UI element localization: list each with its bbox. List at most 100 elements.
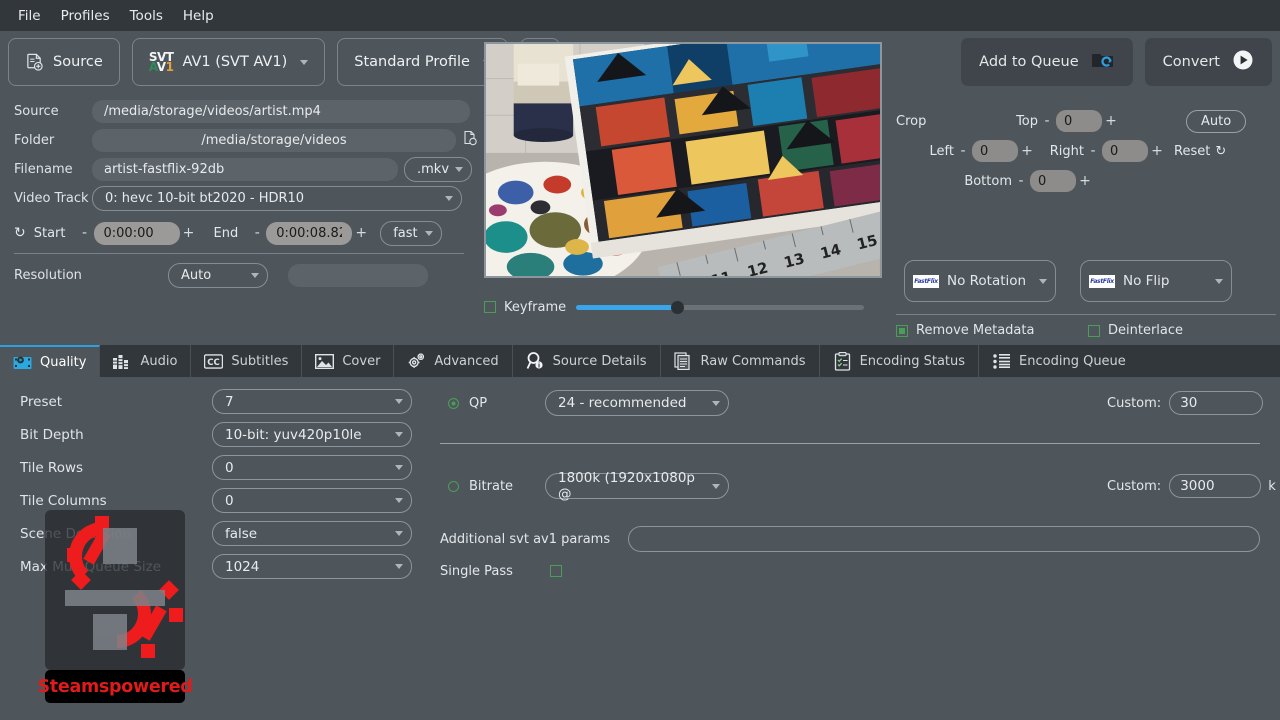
add-to-queue-button[interactable]: Add to Queue: [961, 38, 1133, 86]
tab-quality[interactable]: Quality: [0, 345, 101, 377]
tile-rows-label: Tile Rows: [20, 459, 84, 476]
crop-bottom-row: Bottom - +: [896, 166, 1280, 196]
tab-encoding-status[interactable]: Encoding Status: [820, 345, 980, 377]
end-minus-button[interactable]: -: [248, 225, 266, 241]
chevron-down-icon: [395, 564, 403, 569]
tab-label: Subtitles: [231, 353, 289, 369]
tab-cover[interactable]: Cover: [302, 345, 395, 377]
chevron-down-icon: [395, 531, 403, 536]
crop-bottom-minus[interactable]: -: [1012, 173, 1030, 189]
start-minus-button[interactable]: -: [76, 225, 94, 241]
closed-caption-icon: CC: [204, 352, 224, 371]
qp-custom-input[interactable]: [1169, 391, 1264, 415]
end-plus-button[interactable]: +: [352, 225, 370, 241]
source-button-label: Source: [53, 54, 103, 70]
source-input[interactable]: [92, 99, 470, 123]
crop-left-minus[interactable]: -: [954, 143, 972, 159]
rotation-select[interactable]: FastFlix No Rotation: [904, 260, 1056, 302]
option-remove-metadata[interactable]: Remove Metadata: [896, 323, 1088, 338]
tab-audio[interactable]: Audio: [100, 345, 192, 377]
crop-top-minus[interactable]: -: [1038, 113, 1056, 129]
tab-raw-commands[interactable]: Raw Commands: [661, 345, 820, 377]
keyframe-checkbox[interactable]: Keyframe: [484, 300, 566, 315]
crop-right-minus[interactable]: -: [1084, 143, 1102, 159]
chevron-down-icon: [425, 230, 434, 236]
reset-icon[interactable]: ↻: [1215, 144, 1226, 159]
option-label: Remove Metadata: [916, 323, 1035, 338]
max-mux-queue-select[interactable]: 1024: [212, 554, 412, 579]
crop-auto-button[interactable]: Auto: [1186, 109, 1247, 133]
crop-right-plus[interactable]: +: [1148, 143, 1166, 159]
preset-select[interactable]: 7: [212, 389, 412, 414]
encoder-select-value: AV1 (SVT AV1): [182, 54, 288, 70]
resolution-select[interactable]: Auto: [168, 262, 268, 288]
qp-custom-label: Custom:: [1107, 395, 1162, 411]
tile-columns-value: 0: [225, 492, 234, 509]
bit-depth-row: Bit Depth 10-bit: yuv420p10le: [0, 418, 432, 451]
crop-bottom-input[interactable]: [1030, 170, 1076, 192]
scene-detection-select[interactable]: false: [212, 521, 412, 546]
crop-left-input[interactable]: [972, 140, 1018, 162]
video-track-select[interactable]: 0: hevc 10-bit bt2020 - HDR10: [92, 185, 462, 211]
end-input[interactable]: [266, 221, 353, 245]
qp-radio[interactable]: [448, 397, 459, 409]
crop-top-input[interactable]: [1056, 110, 1102, 132]
encoder-select[interactable]: SVT AV1 AV1 (SVT AV1): [131, 38, 326, 86]
extension-select[interactable]: .mkv: [404, 156, 472, 182]
video-preview[interactable]: 1011 1213 1415: [484, 42, 882, 278]
bitrate-custom-label: Custom:: [1107, 478, 1162, 494]
folder-open-icon[interactable]: [462, 130, 478, 150]
bitrate-select[interactable]: 1800k (1920x1080p @: [545, 470, 729, 502]
qp-select[interactable]: 24 - recommended: [545, 390, 729, 416]
bitrate-radio[interactable]: [448, 480, 459, 492]
folder-input[interactable]: [92, 128, 456, 152]
tile-rows-select[interactable]: 0: [212, 455, 412, 480]
crop-left-plus[interactable]: +: [1018, 143, 1036, 159]
preview-slider[interactable]: [576, 300, 865, 314]
chevron-down-icon: [455, 166, 463, 172]
play-icon: [1232, 49, 1254, 75]
svt-logo-1: 1: [165, 60, 174, 74]
tile-columns-select[interactable]: 0: [212, 488, 412, 513]
crop-top-plus[interactable]: +: [1102, 113, 1120, 129]
tab-encoding-queue[interactable]: Encoding Queue: [979, 345, 1139, 377]
crop-right-input[interactable]: [1102, 140, 1148, 162]
crop-reset-button[interactable]: Reset: [1174, 144, 1210, 159]
source-button[interactable]: Source: [8, 38, 120, 86]
filename-input[interactable]: [92, 157, 398, 181]
tab-source-details[interactable]: i Source Details: [513, 345, 661, 377]
start-plus-button[interactable]: +: [180, 225, 198, 241]
seek-speed-select[interactable]: fast: [380, 220, 443, 246]
crop-bottom-plus[interactable]: +: [1076, 173, 1094, 189]
bit-depth-select[interactable]: 10-bit: yuv420p10le: [212, 422, 412, 447]
chevron-down-icon: [445, 195, 453, 201]
crop-bottom-label: Bottom: [964, 173, 1012, 189]
reset-icon[interactable]: ↻: [14, 225, 26, 241]
divider: [896, 314, 1276, 315]
tab-label: Source Details: [552, 353, 647, 369]
tab-label: Encoding Status: [859, 353, 966, 369]
start-input[interactable]: [93, 221, 180, 245]
tab-advanced[interactable]: Advanced: [394, 345, 513, 377]
tab-label: Encoding Queue: [1019, 353, 1126, 369]
option-deinterlace[interactable]: Deinterlace: [1088, 323, 1280, 338]
tab-subtitles[interactable]: CC Subtitles: [191, 345, 303, 377]
slider-handle[interactable]: [671, 300, 685, 314]
menu-profiles[interactable]: Profiles: [51, 4, 120, 28]
convert-button[interactable]: Convert: [1144, 38, 1272, 86]
single-pass-checkbox[interactable]: [550, 565, 562, 577]
menu-tools[interactable]: Tools: [120, 4, 173, 28]
resolution-label: Resolution: [14, 267, 82, 283]
menu-help[interactable]: Help: [173, 4, 224, 28]
additional-params-input[interactable]: [628, 526, 1260, 552]
seek-speed-value: fast: [393, 225, 418, 241]
flip-select[interactable]: FastFlix No Flip: [1080, 260, 1232, 302]
fastflix-window: File Profiles Tools Help Source SVT AV1 …: [0, 0, 1280, 720]
single-pass-label: Single Pass: [440, 563, 513, 579]
menu-file[interactable]: File: [8, 4, 51, 28]
bitrate-unit-label: k: [1268, 478, 1276, 494]
profile-select[interactable]: Standard Profile: [337, 38, 508, 86]
resolution-custom-input[interactable]: [288, 263, 428, 287]
bitrate-custom-input[interactable]: [1169, 474, 1262, 498]
steam-overlay-popup[interactable]: [45, 510, 185, 670]
